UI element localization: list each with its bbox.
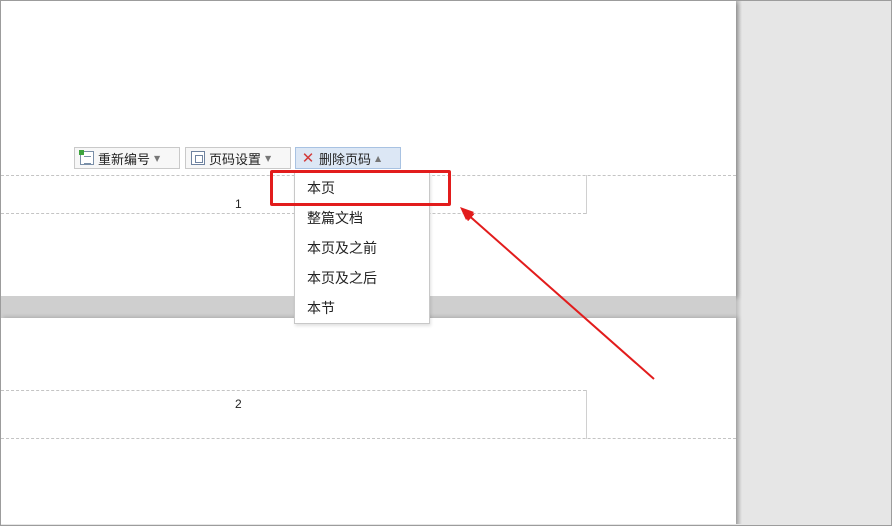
page2-header-top-dashline (1, 390, 586, 391)
highlight-box (270, 170, 451, 206)
page-number-1: 1 (235, 197, 242, 211)
chevron-up-icon: ▲ (375, 153, 382, 163)
header-right-boundary (586, 175, 587, 214)
page2-header-bottom-dashline (1, 438, 736, 439)
document-canvas: 1 2 (1, 1, 890, 524)
red-x-icon: ✕ (301, 149, 315, 167)
renumber-button[interactable]: 重新编号 ▼ (74, 147, 180, 169)
page-right-shadow (736, 1, 742, 524)
delete-page-number-label: 删除页码 (319, 152, 372, 168)
menu-item-this-section[interactable]: 本节 (295, 294, 429, 324)
page-setting-icon (191, 151, 205, 165)
chevron-down-icon: ▼ (265, 153, 272, 163)
page-number-2: 2 (235, 397, 242, 411)
menu-item-this-and-before[interactable]: 本页及之前 (295, 234, 429, 264)
page2-header-right-boundary (586, 390, 587, 439)
delete-page-number-button[interactable]: ✕ 删除页码 ▲ (295, 147, 401, 169)
page-2: 2 (1, 318, 736, 524)
renumber-icon (79, 150, 94, 165)
menu-item-whole-document[interactable]: 整篇文档 (295, 204, 429, 234)
page-setting-button[interactable]: 页码设置 ▼ (185, 147, 291, 169)
page-setting-label: 页码设置 (209, 152, 262, 168)
renumber-label: 重新编号 (98, 152, 151, 168)
menu-item-this-and-after[interactable]: 本页及之后 (295, 264, 429, 294)
chevron-down-icon: ▼ (154, 153, 161, 163)
